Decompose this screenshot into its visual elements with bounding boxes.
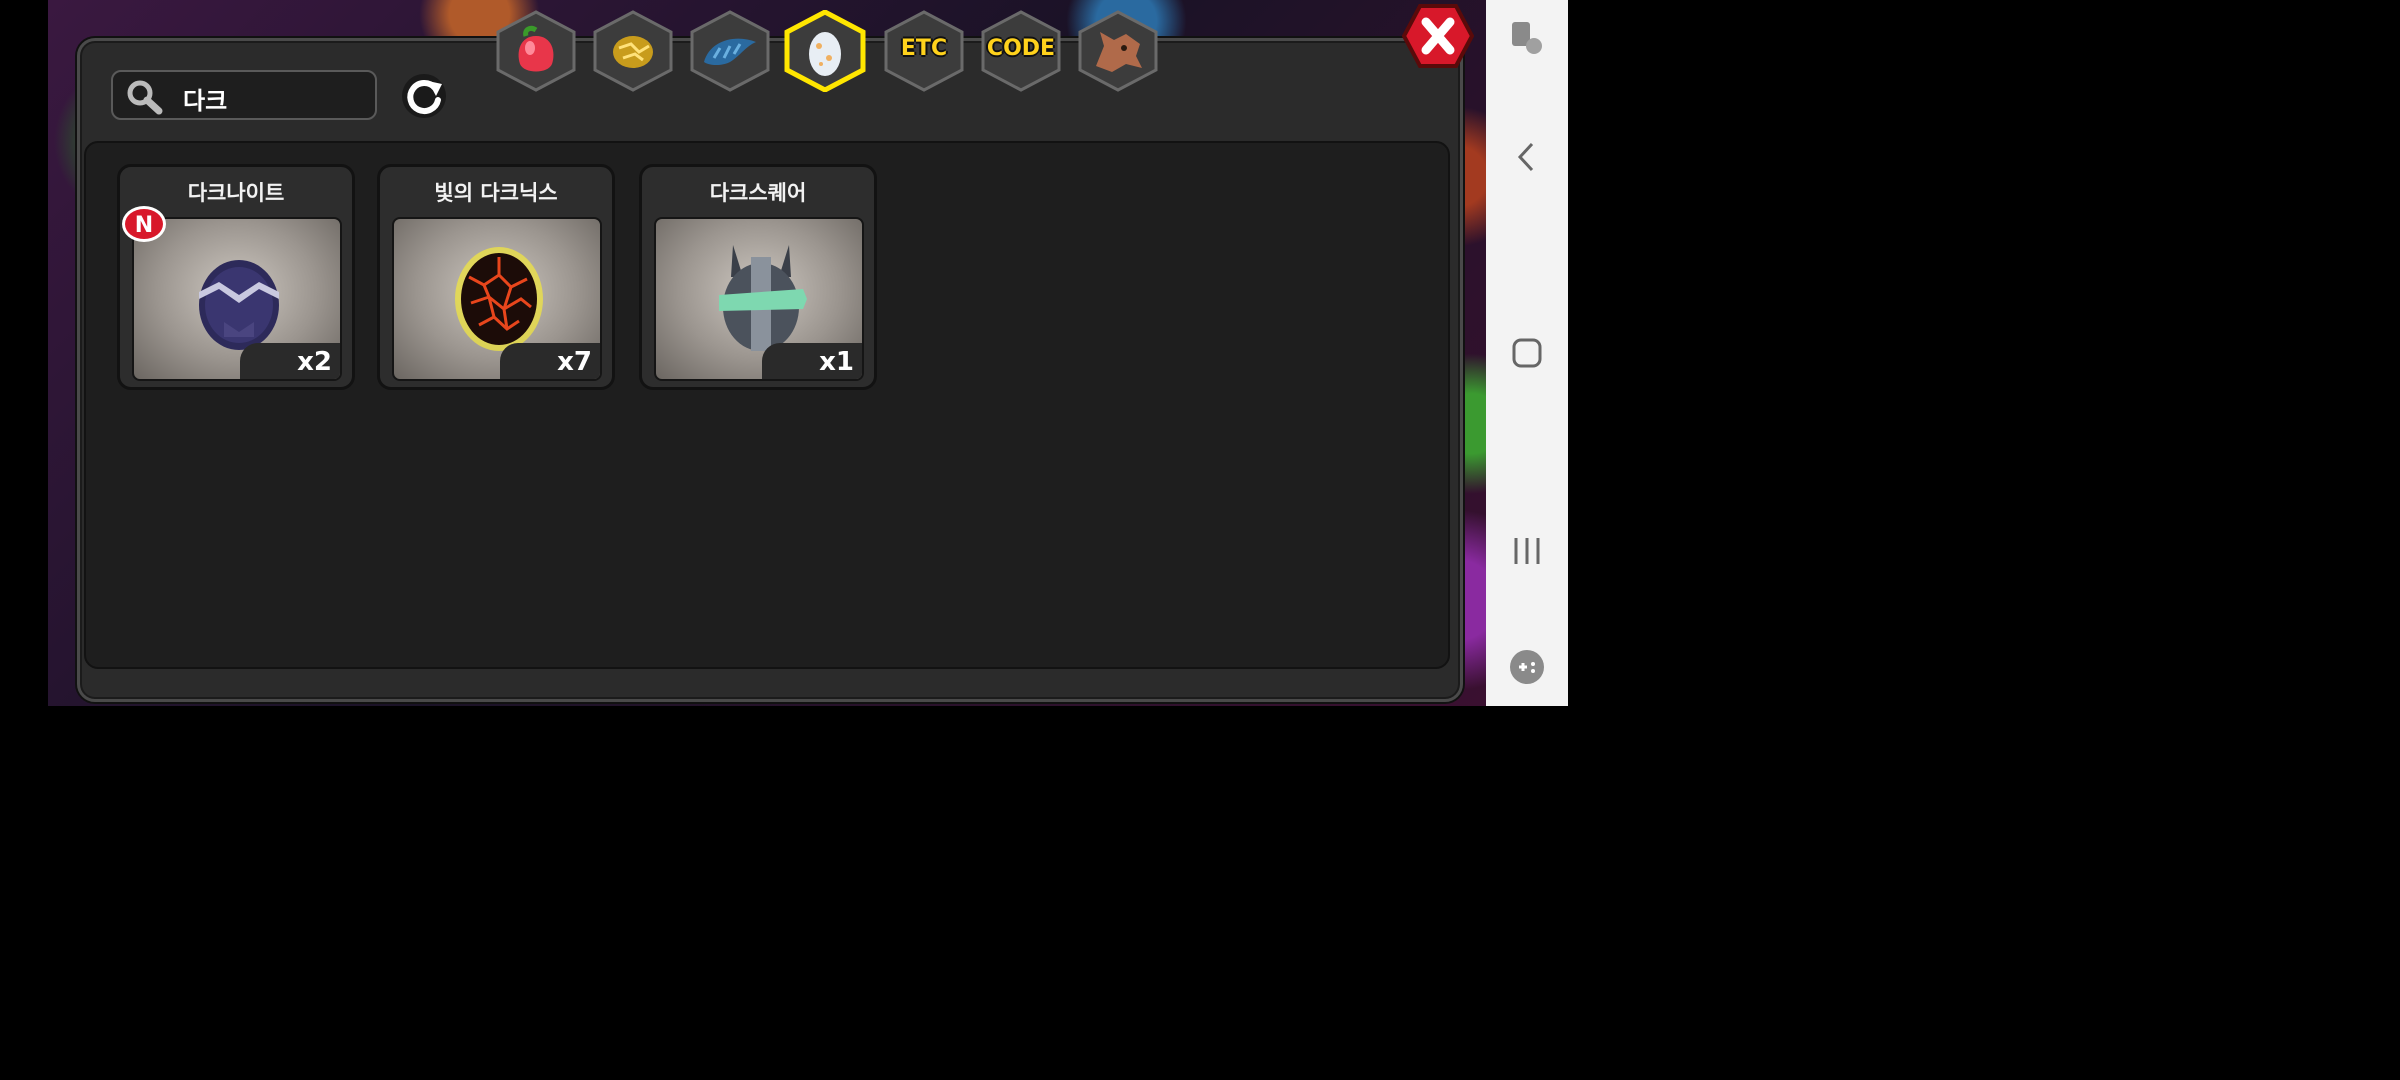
tab-scale[interactable] bbox=[686, 10, 774, 92]
item-name: 빛의 다크닉스 bbox=[434, 181, 558, 205]
game-tools-icon[interactable] bbox=[1506, 646, 1548, 688]
search-input[interactable]: 다크 bbox=[111, 70, 377, 120]
tab-code-label: CODE bbox=[986, 36, 1056, 61]
tab-gold[interactable] bbox=[589, 10, 677, 92]
item-count: x7 bbox=[557, 347, 592, 377]
new-badge: N bbox=[121, 204, 167, 244]
item-image: x1 bbox=[654, 217, 864, 381]
tab-etc[interactable]: ETC bbox=[880, 10, 968, 92]
tab-fruit[interactable] bbox=[492, 10, 580, 92]
count-badge: x7 bbox=[500, 343, 600, 379]
recents-icon[interactable] bbox=[1506, 530, 1548, 572]
system-nav-bar bbox=[1486, 0, 1568, 706]
close-button[interactable] bbox=[1402, 4, 1474, 68]
tab-dragon[interactable] bbox=[1074, 10, 1162, 92]
item-card[interactable]: 다크나이트 x2 bbox=[117, 164, 355, 390]
item-count: x1 bbox=[819, 347, 854, 377]
count-badge: x1 bbox=[762, 343, 862, 379]
tab-egg[interactable] bbox=[781, 10, 869, 92]
item-card[interactable]: 다크스퀘어 x1 bbox=[639, 164, 877, 390]
gold-nugget-icon bbox=[613, 36, 653, 68]
left-black-strip bbox=[0, 0, 48, 706]
dragon-head-icon bbox=[1096, 32, 1142, 72]
armored-egg-icon bbox=[719, 245, 807, 351]
search-query: 다크 bbox=[183, 87, 228, 115]
tab-code[interactable]: CODE bbox=[977, 10, 1065, 92]
accessibility-icon[interactable] bbox=[1506, 18, 1548, 60]
tab-etc-label: ETC bbox=[900, 36, 948, 61]
item-name: 다크스퀘어 bbox=[709, 181, 807, 205]
refresh-icon[interactable] bbox=[400, 72, 448, 120]
egg-icon bbox=[809, 32, 841, 76]
search-icon bbox=[127, 80, 163, 115]
item-card[interactable]: 빛의 다크닉스 x7 bbox=[377, 164, 615, 390]
new-badge-label: N bbox=[135, 213, 153, 238]
item-name: 다크나이트 bbox=[187, 181, 285, 205]
category-tabs: ETC CODE bbox=[490, 10, 1170, 95]
home-icon[interactable] bbox=[1506, 332, 1548, 374]
dragon-scale-icon bbox=[704, 38, 756, 65]
fruit-icon bbox=[518, 25, 554, 72]
lava-egg-icon bbox=[455, 247, 543, 351]
count-badge: x2 bbox=[240, 343, 340, 379]
item-image: x7 bbox=[392, 217, 602, 381]
item-count: x2 bbox=[297, 347, 332, 377]
dark-knight-egg-icon bbox=[199, 260, 279, 350]
back-icon[interactable] bbox=[1506, 136, 1548, 178]
